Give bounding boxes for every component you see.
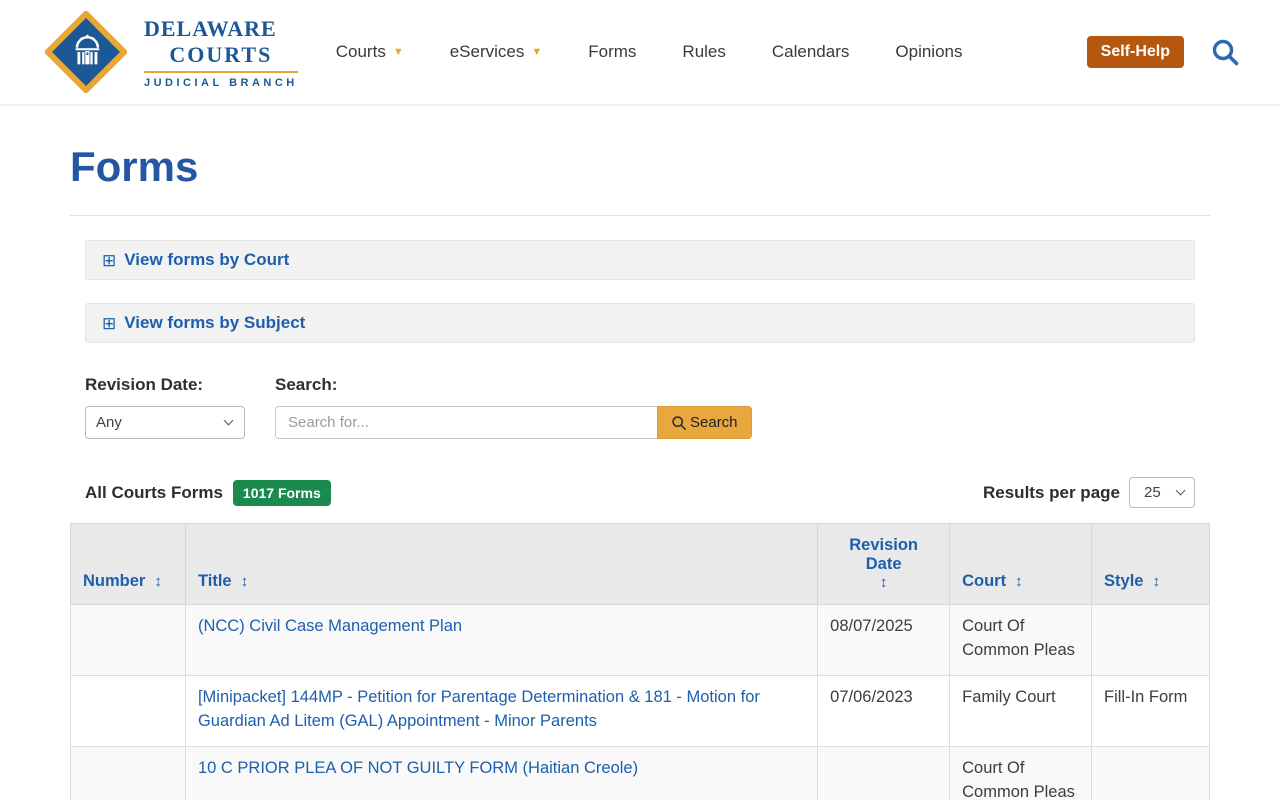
page-title: Forms xyxy=(70,143,1210,191)
search-icon[interactable] xyxy=(1210,37,1240,67)
cell-number xyxy=(71,675,186,746)
table-row: [Minipacket] 144MP - Petition for Parent… xyxy=(71,675,1210,746)
logo-diamond xyxy=(40,6,132,98)
expand-plus-icon: ⊞ xyxy=(102,252,116,269)
title-divider xyxy=(70,215,1210,216)
logo-wordmark: DELAWARE COURTS JUDICIAL BRANCH xyxy=(144,16,298,89)
search-input[interactable] xyxy=(275,406,657,439)
sort-icon[interactable]: ↕ xyxy=(241,573,249,590)
accordion-label: View forms by Court xyxy=(124,250,289,270)
results-heading: All Courts Forms xyxy=(85,483,223,503)
cell-revision-date xyxy=(818,746,950,800)
cell-court: Court Of Common Pleas xyxy=(950,605,1092,676)
sort-icon[interactable]: ↕ xyxy=(1152,573,1160,590)
nav-item-rules[interactable]: Rules xyxy=(682,42,725,62)
cell-style xyxy=(1092,605,1210,676)
magnifier-icon xyxy=(671,415,687,431)
delaware-courts-logo[interactable]: DELAWARE COURTS JUDICIAL BRANCH xyxy=(40,6,298,98)
main-content: Forms ⊞ View forms by Court ⊞ View forms… xyxy=(0,143,1280,800)
forms-table-body: (NCC) Civil Case Management Plan 08/07/2… xyxy=(71,605,1210,800)
column-header-number[interactable]: Number↕ xyxy=(71,524,186,605)
logo-line-delaware: DELAWARE xyxy=(144,16,298,42)
revision-date-label: Revision Date: xyxy=(85,375,245,395)
self-help-button[interactable]: Self-Help xyxy=(1087,36,1184,68)
logo-line-courts: COURTS xyxy=(144,42,298,73)
column-header-revision-date[interactable]: Revision Date ↕ xyxy=(818,524,950,605)
search-label: Search: xyxy=(275,375,752,395)
cell-court: Family Court xyxy=(950,675,1092,746)
accordion-view-forms-by-court[interactable]: ⊞ View forms by Court xyxy=(85,240,1195,280)
results-per-page: Results per page 25 xyxy=(983,477,1195,508)
nav-item-forms[interactable]: Forms xyxy=(588,42,636,62)
search-button[interactable]: Search xyxy=(657,406,752,439)
filters-bar: Revision Date: Any Search: xyxy=(85,375,1195,439)
expand-plus-icon: ⊞ xyxy=(102,315,116,332)
main-nav: Courts ▼ eServices ▼ Forms Rules Calenda… xyxy=(336,42,963,62)
accordion-view-forms-by-subject[interactable]: ⊞ View forms by Subject xyxy=(85,303,1195,343)
column-header-style[interactable]: Style↕ xyxy=(1092,524,1210,605)
cell-style: Fill-In Form xyxy=(1092,675,1210,746)
revision-date-select[interactable]: Any xyxy=(85,406,245,439)
table-row: 10 C PRIOR PLEA OF NOT GUILTY FORM (Hait… xyxy=(71,746,1210,800)
nav-item-calendars[interactable]: Calendars xyxy=(772,42,850,62)
logo-line-judicial-branch: JUDICIAL BRANCH xyxy=(144,77,298,89)
form-title-link[interactable]: 10 C PRIOR PLEA OF NOT GUILTY FORM (Hait… xyxy=(198,759,638,777)
accordion-label: View forms by Subject xyxy=(124,313,305,333)
table-row: (NCC) Civil Case Management Plan 08/07/2… xyxy=(71,605,1210,676)
chevron-down-icon: ▼ xyxy=(393,46,404,58)
search-button-label: Search xyxy=(690,414,738,431)
table-header-row: Number↕ Title↕ Revision Date ↕ Court↕ St… xyxy=(71,524,1210,605)
sort-icon[interactable]: ↕ xyxy=(1015,573,1023,590)
revision-date-filter: Revision Date: Any xyxy=(85,375,245,439)
chevron-down-icon: ▼ xyxy=(531,46,542,58)
nav-item-opinions[interactable]: Opinions xyxy=(895,42,962,62)
results-bar: All Courts Forms 1017 Forms Results per … xyxy=(85,477,1195,508)
column-header-court[interactable]: Court↕ xyxy=(950,524,1092,605)
forms-table: Number↕ Title↕ Revision Date ↕ Court↕ St… xyxy=(70,523,1210,800)
cell-revision-date: 08/07/2025 xyxy=(818,605,950,676)
form-title-link[interactable]: [Minipacket] 144MP - Petition for Parent… xyxy=(198,688,760,730)
search-filter: Search: Search xyxy=(275,375,752,439)
cell-style xyxy=(1092,746,1210,800)
cell-number xyxy=(71,746,186,800)
results-per-page-label: Results per page xyxy=(983,483,1120,503)
courthouse-icon xyxy=(57,23,114,80)
cell-revision-date: 07/06/2023 xyxy=(818,675,950,746)
cell-number xyxy=(71,605,186,676)
nav-item-courts[interactable]: Courts ▼ xyxy=(336,42,404,62)
forms-count-badge: 1017 Forms xyxy=(233,480,331,506)
sort-icon[interactable]: ↕ xyxy=(154,573,162,590)
sort-icon[interactable]: ↕ xyxy=(830,574,937,591)
column-header-title[interactable]: Title↕ xyxy=(185,524,817,605)
cell-court: Court Of Common Pleas xyxy=(950,746,1092,800)
site-header: DELAWARE COURTS JUDICIAL BRANCH Courts ▼… xyxy=(0,0,1280,105)
form-title-link[interactable]: (NCC) Civil Case Management Plan xyxy=(198,617,462,635)
results-per-page-select[interactable]: 25 xyxy=(1129,477,1195,508)
nav-item-eservices[interactable]: eServices ▼ xyxy=(450,42,543,62)
